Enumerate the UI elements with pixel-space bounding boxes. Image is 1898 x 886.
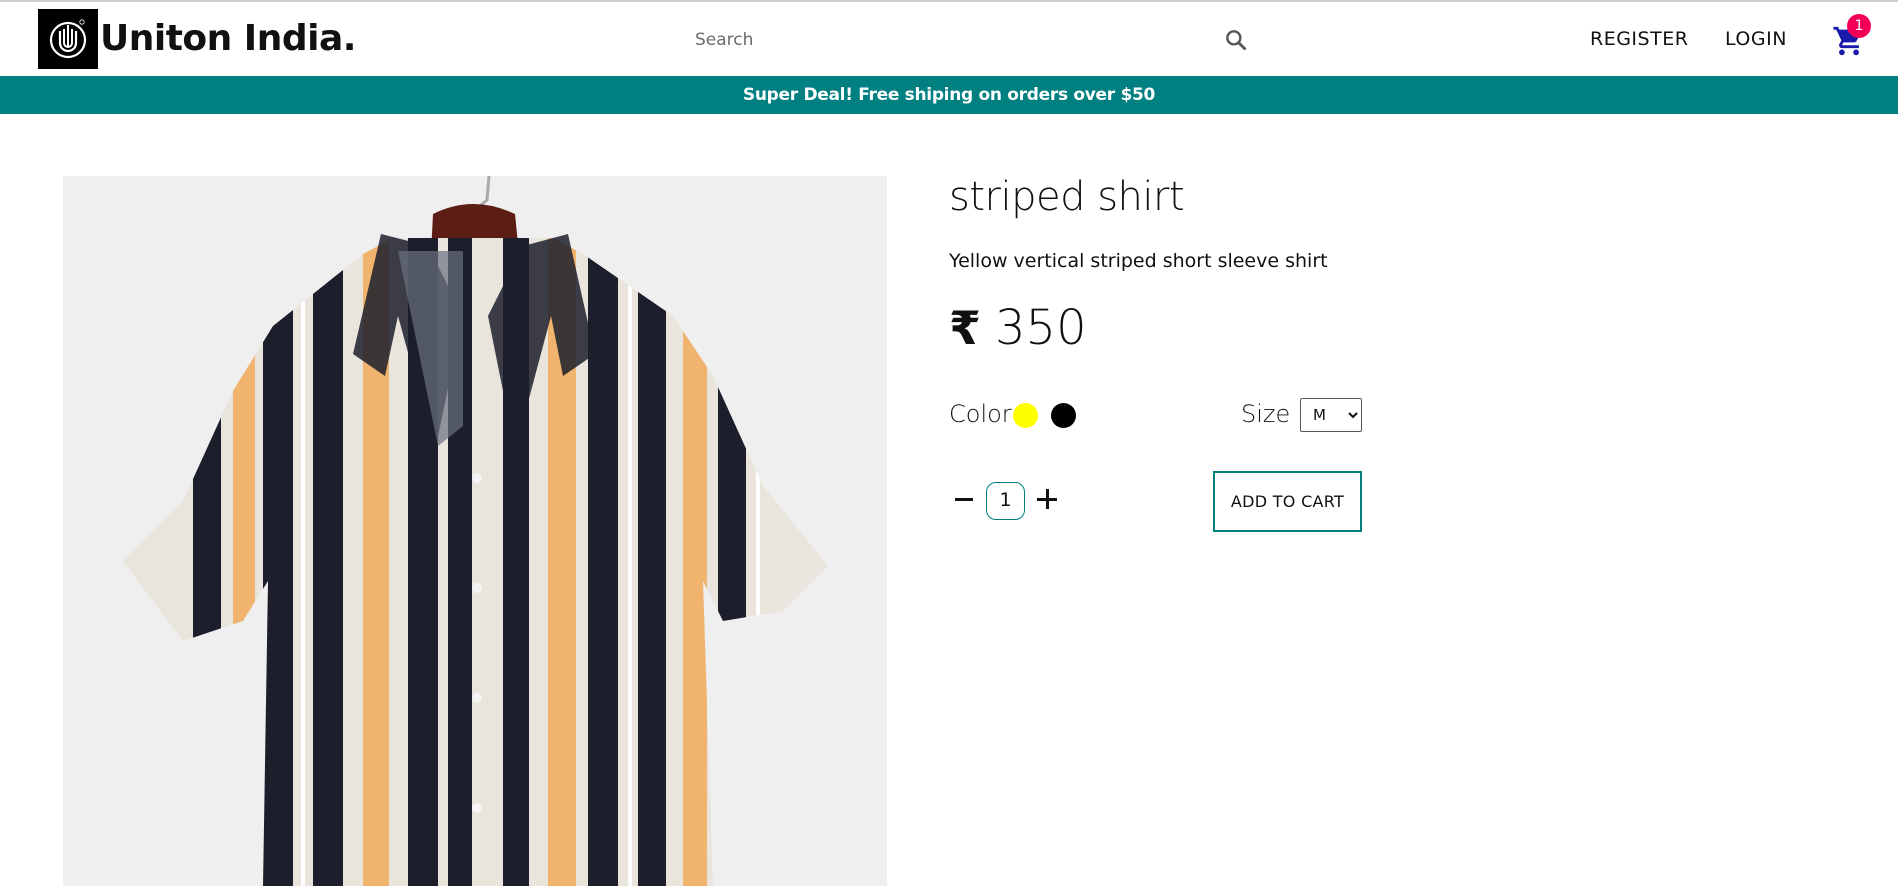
color-label: Color xyxy=(949,400,1012,428)
add-to-cart-button[interactable]: ADD TO CART xyxy=(1213,471,1362,532)
minus-icon[interactable] xyxy=(953,486,975,512)
product-description: Yellow vertical striped short sleeve shi… xyxy=(949,250,1328,272)
color-swatch-yellow[interactable] xyxy=(1013,403,1038,428)
color-swatch-black[interactable] xyxy=(1051,403,1076,428)
search-icon[interactable] xyxy=(1223,27,1249,53)
brand-logo[interactable]: Uniton India. xyxy=(38,9,356,69)
product-title: striped shirt xyxy=(949,174,1185,220)
product-image xyxy=(63,176,887,886)
currency-symbol: ₹ xyxy=(949,301,982,355)
size-label: Size xyxy=(1241,400,1291,428)
promo-announcement: Super Deal! Free shiping on orders over … xyxy=(0,76,1898,114)
price-value: 350 xyxy=(995,300,1087,356)
cart-count-badge: 1 xyxy=(1847,14,1871,38)
size-select[interactable]: M xyxy=(1300,398,1362,432)
register-link[interactable]: REGISTER xyxy=(1590,28,1688,50)
logo-mark-icon xyxy=(38,9,98,69)
login-link[interactable]: LOGIN xyxy=(1725,28,1787,50)
quantity-value: 1 xyxy=(986,482,1025,520)
search-input[interactable] xyxy=(680,20,1200,60)
site-header: Uniton India. REGISTER LOGIN 1 xyxy=(0,2,1898,76)
product-price: ₹ 350 xyxy=(949,300,1087,356)
striped-shirt-image xyxy=(123,176,828,886)
search-bar xyxy=(680,18,1250,62)
plus-icon[interactable] xyxy=(1035,487,1059,511)
brand-name: Uniton India. xyxy=(100,18,356,59)
